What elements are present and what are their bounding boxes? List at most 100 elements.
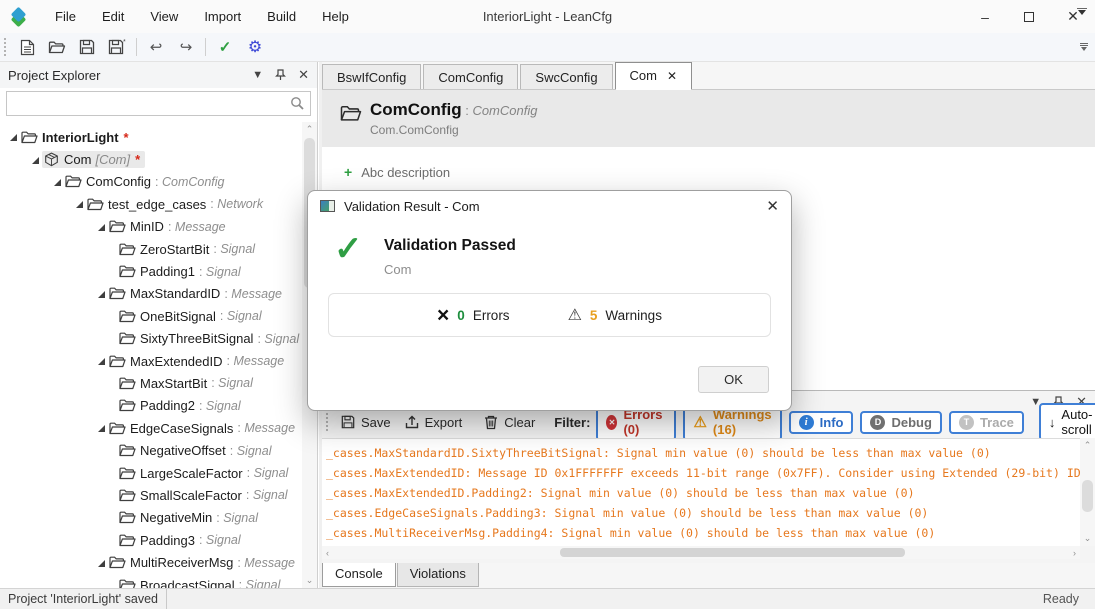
console-save-button[interactable]: Save [334,413,398,432]
menu-item[interactable]: Build [254,0,309,33]
tree-item[interactable]: ComConfig ComConfig [0,171,302,193]
scroll-up-icon[interactable]: ⌃ [302,124,317,135]
new-file-button[interactable] [12,34,42,60]
tree-item[interactable]: MaxStartBit Signal [0,372,302,394]
add-description-label: Abc description [361,165,450,180]
dialog-title-bar[interactable]: Validation Result - Com ✕ [308,191,791,221]
success-check-icon: ✓ [334,229,363,269]
search-icon[interactable] [290,96,305,111]
filter-debug-toggle[interactable]: D Debug [860,411,941,434]
scroll-up-icon[interactable]: ⌃ [1080,440,1095,451]
tree-item[interactable]: InteriorLight * [0,126,302,148]
panel-menu-icon[interactable]: ▼ [252,69,263,81]
console-clear-button[interactable]: Clear [477,413,542,432]
tab-list-icon[interactable] [1077,8,1087,15]
panel-close-icon[interactable]: ✕ [298,67,309,83]
open-folder-button[interactable] [42,34,72,60]
tree-item[interactable]: Padding1 Signal [0,260,302,282]
console-vertical-scrollbar[interactable]: ⌃ ⌄ [1080,438,1095,546]
expander-icon[interactable] [52,176,64,188]
tree-item-label: Padding2 [140,398,195,413]
expander-icon[interactable] [74,198,86,210]
tree-item[interactable]: Padding3 Signal [0,529,302,551]
panel-tab[interactable]: Violations [397,563,479,587]
folder-icon [21,130,38,145]
tree-item[interactable]: EdgeCaseSignals Message [0,417,302,439]
tree-item[interactable]: MaxExtendedID Message [0,350,302,372]
add-description-row[interactable]: + Abc description [344,164,450,180]
tree-item-label: InteriorLight [42,130,119,145]
toolbar-grip[interactable] [4,38,6,56]
minimize-button[interactable]: – [963,0,1007,33]
expander-icon[interactable] [96,221,108,233]
pin-icon[interactable] [275,69,286,81]
document-tab[interactable]: Com ✕ [615,62,693,90]
tree-item[interactable]: Padding2 Signal [0,395,302,417]
tree-item[interactable]: test_edge_cases Network [0,193,302,215]
tree-item-label: EdgeCaseSignals [130,421,233,436]
tree-item-type: Signal [211,376,253,390]
filter-info-toggle[interactable]: i Info [789,411,854,434]
save-all-button[interactable]: * [102,34,132,60]
tree-item-type: Signal [246,488,288,502]
toolbar-grip[interactable] [326,413,328,431]
console-output[interactable]: _cases.MaxStandardID.SixtyThreeBitSignal… [322,438,1080,546]
document-tab[interactable]: SwcConfig [520,64,612,89]
expander-icon[interactable] [8,131,20,143]
menu-item[interactable]: View [137,0,191,33]
status-ready: Ready [1043,592,1095,606]
tree-item[interactable]: SmallScaleFactor Signal [0,484,302,506]
main-toolbar: * ↩ ↪ ✓ ⚙ [0,33,1095,62]
scroll-down-icon[interactable]: ⌄ [1080,533,1095,544]
warning-icon: ⚠ [693,413,706,431]
menu-item[interactable]: Edit [89,0,137,33]
redo-button[interactable]: ↪ [171,34,201,60]
panel-tab-label: Violations [410,566,466,581]
tree-item[interactable]: ZeroStartBit Signal [0,238,302,260]
validate-check-button[interactable]: ✓ [210,34,240,60]
tree-item[interactable]: NegativeMin Signal [0,507,302,529]
tree-item[interactable]: NegativeOffset Signal [0,439,302,461]
filter-trace-toggle[interactable]: T Trace [949,411,1024,434]
search-input[interactable] [7,92,290,115]
tree-item[interactable]: MaxStandardID Message [0,283,302,305]
tree-item[interactable]: OneBitSignal Signal [0,305,302,327]
expander-icon[interactable] [96,557,108,569]
expander-icon[interactable] [96,422,108,434]
toolbar-overflow-icon[interactable] [1079,43,1089,51]
undo-button[interactable]: ↩ [141,34,171,60]
document-tab[interactable]: BswIfConfig [322,64,421,89]
tree-item[interactable]: MinID Message [0,216,302,238]
settings-gear-button[interactable]: ⚙ [240,34,270,60]
scroll-down-icon[interactable]: ⌄ [302,575,317,586]
console-export-button[interactable]: Export [398,413,470,432]
maximize-button[interactable] [1007,0,1051,33]
tree-item[interactable]: Com [Com] * [0,148,302,170]
expander-icon[interactable] [96,288,108,300]
document-tab-label: BswIfConfig [337,66,406,89]
expander-icon[interactable] [30,154,42,166]
tab-close-icon[interactable]: ✕ [667,63,677,89]
add-icon[interactable]: + [344,164,352,180]
expander-icon[interactable] [96,355,108,367]
window-controls: – ✕ [963,0,1095,33]
ok-button[interactable]: OK [698,366,769,393]
tree-item[interactable]: LargeScaleFactor Signal [0,462,302,484]
dialog-close-icon[interactable]: ✕ [766,197,779,215]
console-horizontal-scrollbar[interactable]: ‹ › [322,546,1080,559]
panel-tab[interactable]: Console [322,563,396,587]
close-button[interactable]: ✕ [1051,0,1095,33]
tree-item[interactable]: SixtyThreeBitSignal Signal [0,328,302,350]
save-button[interactable] [72,34,102,60]
menu-item[interactable]: Help [309,0,362,33]
scroll-left-icon[interactable]: ‹ [326,546,329,559]
tree-item[interactable]: BroadcastSignal Signal [0,574,302,588]
scrollbar-thumb[interactable] [1082,480,1093,512]
scrollbar-thumb[interactable] [560,548,905,557]
autoscroll-toggle[interactable]: ↓ Auto-scroll [1039,403,1095,441]
document-tab[interactable]: ComConfig [423,64,518,89]
menu-item[interactable]: Import [191,0,254,33]
menu-item[interactable]: File [42,0,89,33]
scroll-right-icon[interactable]: › [1073,546,1076,559]
tree-item[interactable]: MultiReceiverMsg Message [0,551,302,573]
